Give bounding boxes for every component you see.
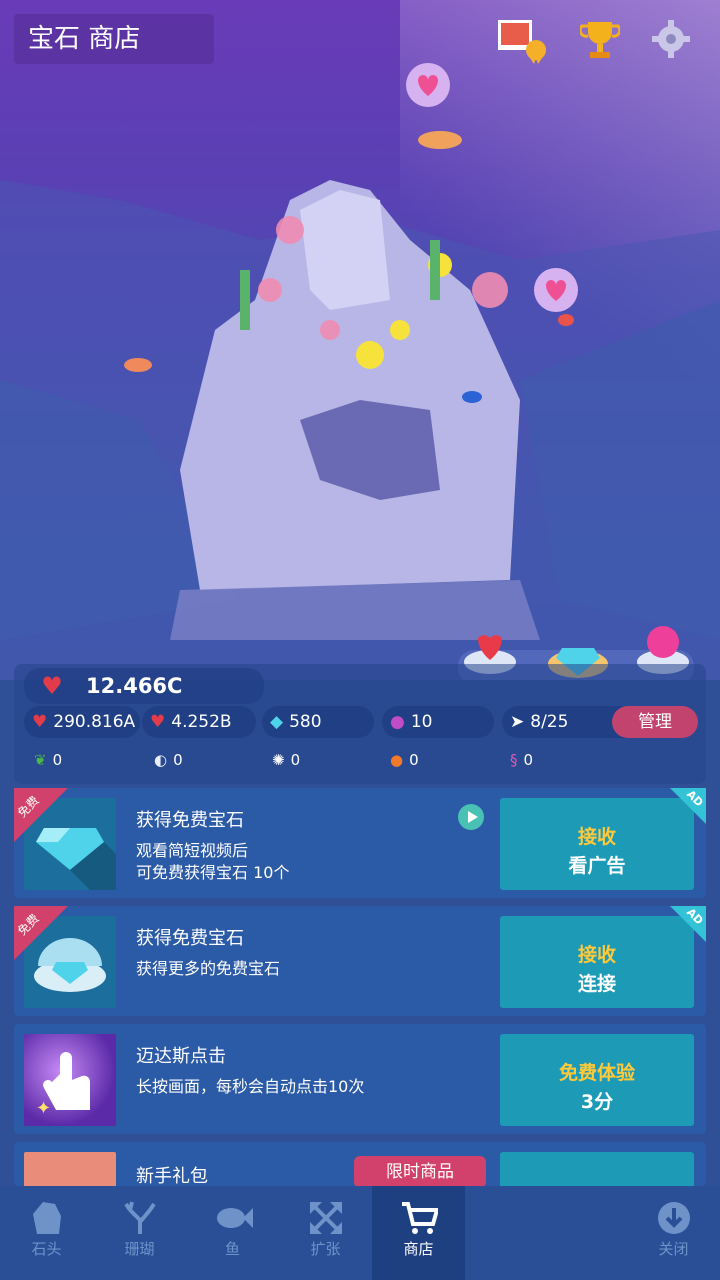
- scene-art: [0, 63, 720, 680]
- button-line1: 免费体验: [558, 1062, 635, 1084]
- pearls-count: ● 10: [382, 706, 494, 738]
- seaweed-count: ❦ 0: [34, 746, 62, 774]
- heart-icon: ♥: [41, 672, 63, 700]
- pearl-icon: ●: [390, 712, 405, 732]
- gem-icon: ◆: [270, 712, 284, 732]
- urchin-count: ✺ 0: [272, 746, 300, 774]
- total-hearts: ♥ 12.466C: [24, 668, 264, 704]
- fish-icon: [186, 1198, 279, 1238]
- gems-count: ◆ 580: [262, 706, 374, 738]
- trophy-icon[interactable]: [578, 18, 624, 62]
- receive-watch-ad-button[interactable]: 接收 看广告: [500, 798, 694, 890]
- hearts-per-tap: ♥ 290.816A: [24, 706, 140, 738]
- receive-connect-button[interactable]: 接收 连接: [500, 916, 694, 1008]
- play-video-icon: [458, 804, 484, 830]
- album-award-icon[interactable]: [496, 18, 546, 64]
- shop-card-free-gems-video: 免费 获得免费宝石 观看简短视频后 可免费获得宝石 10个 接收 看广告 AD: [14, 788, 706, 898]
- button-line2: 3分: [580, 1091, 614, 1113]
- page-title: 宝石 商店: [14, 14, 214, 64]
- urchin-icon: ✺: [272, 751, 285, 769]
- card-description: 长按画面，每秒会自动点击10次: [136, 1077, 365, 1096]
- nav-fish[interactable]: 鱼: [186, 1186, 279, 1280]
- card-description: 获得更多的免费宝石: [136, 959, 281, 978]
- midas-touch-thumbnail: ✦: [24, 1034, 116, 1126]
- close-down-icon: [627, 1198, 720, 1238]
- shop-card-starter-pack: 新手礼包 限时商品: [14, 1142, 706, 1186]
- starter-pack-button[interactable]: [500, 1152, 694, 1186]
- hearts-per-tap-value: 290.816A: [53, 712, 136, 732]
- crab-icon: ●: [390, 751, 404, 769]
- button-line1: 接收: [577, 826, 616, 848]
- shell-icon: ◐: [154, 751, 168, 769]
- heart-tap-icon: ♥: [32, 712, 48, 732]
- nav-close[interactable]: 关闭: [627, 1186, 720, 1280]
- card-description: 观看简短视频后 可免费获得宝石 10个: [136, 841, 290, 882]
- seahorse-count: § 0: [510, 746, 533, 774]
- expand-icon: [279, 1198, 372, 1238]
- card-title: 获得免费宝石: [136, 928, 244, 949]
- nav-label: 扩张: [310, 1240, 341, 1258]
- shop-card-midas-click: ✦ 迈达斯点击 长按画面，每秒会自动点击10次 免费体验 3分: [14, 1024, 706, 1134]
- nav-label: 石头: [31, 1240, 62, 1258]
- fish-value: 8/25: [530, 712, 569, 732]
- nav-shop[interactable]: 商店: [372, 1186, 465, 1280]
- shell-value: 0: [173, 751, 183, 769]
- crab-value: 0: [409, 751, 419, 769]
- nav-coral[interactable]: 珊瑚: [93, 1186, 186, 1280]
- starter-pack-thumbnail: [24, 1152, 116, 1186]
- urchin-value: 0: [290, 751, 301, 769]
- free-trial-button[interactable]: 免费体验 3分: [500, 1034, 694, 1126]
- seaweed-icon: ❦: [34, 751, 47, 769]
- nav-label: 商店: [403, 1240, 434, 1258]
- heart-auto-icon: ♥: [150, 712, 166, 732]
- nav-label: 珊瑚: [124, 1240, 155, 1258]
- card-title: 迈达斯点击: [136, 1046, 226, 1067]
- bottom-nav: 石头 珊瑚 鱼 扩张 商店 关闭: [0, 1186, 720, 1280]
- fish-icon: ➤: [510, 712, 525, 732]
- coral-icon: [93, 1198, 186, 1238]
- seahorse-icon: §: [510, 751, 518, 769]
- nav-label: 鱼: [224, 1240, 240, 1258]
- limited-item-tag: 限时商品: [354, 1156, 486, 1186]
- nav-label: 关闭: [658, 1240, 689, 1258]
- hearts-per-sec: ♥ 4.252B: [142, 706, 256, 738]
- card-title: 获得免费宝石: [136, 810, 244, 831]
- pearls-value: 10: [410, 712, 433, 732]
- manage-button[interactable]: 管理: [612, 706, 698, 738]
- rock-icon: [0, 1198, 93, 1238]
- button-line2: 连接: [577, 973, 616, 995]
- crab-count: ● 0: [390, 746, 419, 774]
- nav-expand[interactable]: 扩张: [279, 1186, 372, 1280]
- gear-icon[interactable]: [650, 18, 694, 62]
- shop-card-free-gems-connect: 免费 获得免费宝石 获得更多的免费宝石 接收 连接 AD: [14, 906, 706, 1016]
- button-line1: 接收: [577, 944, 616, 966]
- total-hearts-value: 12.466C: [86, 674, 183, 698]
- seaweed-value: 0: [52, 751, 63, 769]
- button-line2: 看广告: [568, 855, 626, 877]
- shell-count: ◐ 0: [154, 746, 183, 774]
- aquarium-scene: 宝石 商店: [0, 0, 720, 680]
- seahorse-value: 0: [523, 751, 534, 769]
- nav-rock[interactable]: 石头: [0, 1186, 93, 1280]
- card-title: 新手礼包: [136, 1166, 208, 1186]
- hearts-per-sec-value: 4.252B: [171, 712, 232, 732]
- gems-value: 580: [289, 712, 322, 732]
- cart-icon: [372, 1198, 465, 1238]
- svg-text:✦: ✦: [36, 1098, 51, 1119]
